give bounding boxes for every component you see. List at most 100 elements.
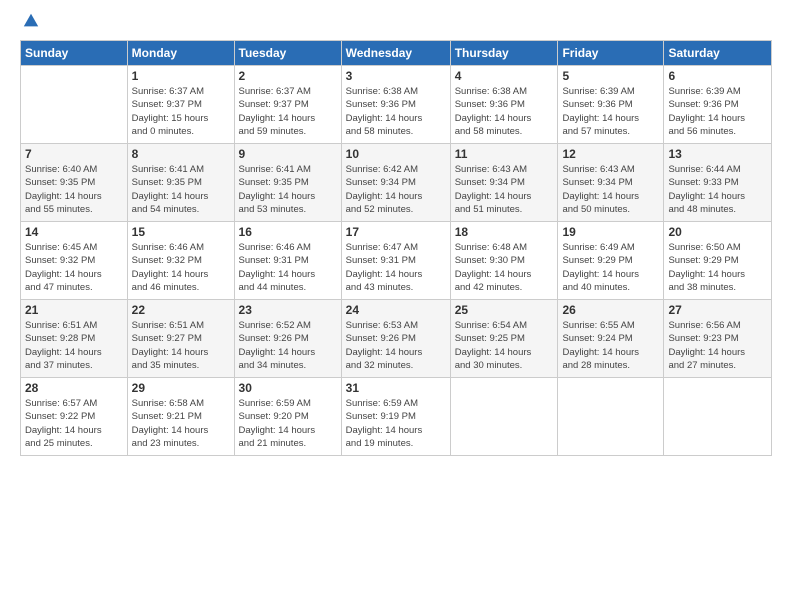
calendar-cell: 19 Sunrise: 6:49 AM Sunset: 9:29 PM Dayli… — [558, 222, 664, 300]
calendar-cell: 4 Sunrise: 6:38 AM Sunset: 9:36 PM Daylig… — [450, 66, 558, 144]
day-info: Sunrise: 6:37 AM Sunset: 9:37 PM Dayligh… — [132, 85, 230, 138]
calendar-cell: 23Sunrise: 6:52 AM Sunset: 9:26 PM Dayli… — [234, 300, 341, 378]
calendar-cell — [450, 378, 558, 456]
logo-text-group — [20, 16, 40, 30]
day-info: Sunrise: 6:42 AM Sunset: 9:34 PM Dayligh… — [346, 163, 446, 216]
day-number: 24 — [346, 303, 446, 317]
day-number: 30 — [239, 381, 337, 395]
day-info: Sunrise: 6:44 AM Sunset: 9:33 PM Dayligh… — [668, 163, 767, 216]
calendar-header-row: SundayMondayTuesdayWednesdayThursdayFrid… — [21, 41, 772, 66]
day-number: 18 — [455, 225, 554, 239]
calendar-cell: 24 Sunrise: 6:53 AM Sunset: 9:26 PM Dayli… — [341, 300, 450, 378]
calendar-cell: 22 Sunrise: 6:51 AM Sunset: 9:27 PM Dayli… — [127, 300, 234, 378]
calendar-cell: 12Sunrise: 6:43 AM Sunset: 9:34 PM Dayli… — [558, 144, 664, 222]
day-number: 29 — [132, 381, 230, 395]
day-number: 15 — [132, 225, 230, 239]
day-info: Sunrise: 6:39 AM Sunset: 9:36 PM Dayligh… — [562, 85, 659, 138]
day-info: Sunrise: 6:59 AM Sunset: 9:19 PM Dayligh… — [346, 397, 446, 450]
day-info: Sunrise: 6:55 AM Sunset: 9:24 PM Dayligh… — [562, 319, 659, 372]
day-number: 22 — [132, 303, 230, 317]
day-info: Sunrise: 6:53 AM Sunset: 9:26 PM Dayligh… — [346, 319, 446, 372]
calendar-cell: 11 Sunrise: 6:43 AM Sunset: 9:34 PM Dayli… — [450, 144, 558, 222]
calendar-cell — [21, 66, 128, 144]
day-info: Sunrise: 6:50 AM Sunset: 9:29 PM Dayligh… — [668, 241, 767, 294]
calendar-cell: 7Sunrise: 6:40 AM Sunset: 9:35 PM Daylig… — [21, 144, 128, 222]
calendar-table: SundayMondayTuesdayWednesdayThursdayFrid… — [20, 40, 772, 456]
day-info: Sunrise: 6:51 AM Sunset: 9:28 PM Dayligh… — [25, 319, 123, 372]
day-number: 20 — [668, 225, 767, 239]
day-number: 17 — [346, 225, 446, 239]
day-info: Sunrise: 6:43 AM Sunset: 9:34 PM Dayligh… — [455, 163, 554, 216]
calendar-cell: 21 Sunrise: 6:51 AM Sunset: 9:28 PM Dayli… — [21, 300, 128, 378]
day-number: 21 — [25, 303, 123, 317]
day-info: Sunrise: 6:54 AM Sunset: 9:25 PM Dayligh… — [455, 319, 554, 372]
day-info: Sunrise: 6:38 AM Sunset: 9:36 PM Dayligh… — [455, 85, 554, 138]
calendar-week-row: 14Sunrise: 6:45 AM Sunset: 9:32 PM Dayli… — [21, 222, 772, 300]
day-number: 19 — [562, 225, 659, 239]
calendar-cell: 26 Sunrise: 6:55 AM Sunset: 9:24 PM Dayli… — [558, 300, 664, 378]
calendar-week-row: 1 Sunrise: 6:37 AM Sunset: 9:37 PM Daylig… — [21, 66, 772, 144]
weekday-header: Thursday — [450, 41, 558, 66]
day-info: Sunrise: 6:59 AM Sunset: 9:20 PM Dayligh… — [239, 397, 337, 450]
day-info: Sunrise: 6:48 AM Sunset: 9:30 PM Dayligh… — [455, 241, 554, 294]
calendar-cell: 10 Sunrise: 6:42 AM Sunset: 9:34 PM Dayli… — [341, 144, 450, 222]
page: SundayMondayTuesdayWednesdayThursdayFrid… — [0, 0, 792, 612]
day-number: 13 — [668, 147, 767, 161]
calendar-cell: 9Sunrise: 6:41 AM Sunset: 9:35 PM Daylig… — [234, 144, 341, 222]
day-number: 25 — [455, 303, 554, 317]
day-number: 10 — [346, 147, 446, 161]
calendar-week-row: 28Sunrise: 6:57 AM Sunset: 9:22 PM Dayli… — [21, 378, 772, 456]
day-number: 27 — [668, 303, 767, 317]
calendar-cell: 18 Sunrise: 6:48 AM Sunset: 9:30 PM Dayli… — [450, 222, 558, 300]
day-number: 4 — [455, 69, 554, 83]
day-number: 3 — [346, 69, 446, 83]
day-info: Sunrise: 6:46 AM Sunset: 9:32 PM Dayligh… — [132, 241, 230, 294]
day-number: 2 — [239, 69, 337, 83]
day-number: 8 — [132, 147, 230, 161]
day-number: 6 — [668, 69, 767, 83]
day-info: Sunrise: 6:40 AM Sunset: 9:35 PM Dayligh… — [25, 163, 123, 216]
weekday-header: Friday — [558, 41, 664, 66]
day-number: 12 — [562, 147, 659, 161]
day-number: 1 — [132, 69, 230, 83]
calendar-cell: 5Sunrise: 6:39 AM Sunset: 9:36 PM Daylig… — [558, 66, 664, 144]
calendar-cell: 31 Sunrise: 6:59 AM Sunset: 9:19 PM Dayli… — [341, 378, 450, 456]
calendar-cell: 15 Sunrise: 6:46 AM Sunset: 9:32 PM Dayli… — [127, 222, 234, 300]
day-info: Sunrise: 6:41 AM Sunset: 9:35 PM Dayligh… — [132, 163, 230, 216]
calendar-cell: 13 Sunrise: 6:44 AM Sunset: 9:33 PM Dayli… — [664, 144, 772, 222]
weekday-header: Wednesday — [341, 41, 450, 66]
calendar-cell: 3Sunrise: 6:38 AM Sunset: 9:36 PM Daylig… — [341, 66, 450, 144]
calendar-week-row: 7Sunrise: 6:40 AM Sunset: 9:35 PM Daylig… — [21, 144, 772, 222]
day-number: 28 — [25, 381, 123, 395]
calendar-week-row: 21 Sunrise: 6:51 AM Sunset: 9:28 PM Dayli… — [21, 300, 772, 378]
day-info: Sunrise: 6:39 AM Sunset: 9:36 PM Dayligh… — [668, 85, 767, 138]
calendar-cell: 20 Sunrise: 6:50 AM Sunset: 9:29 PM Dayli… — [664, 222, 772, 300]
day-info: Sunrise: 6:49 AM Sunset: 9:29 PM Dayligh… — [562, 241, 659, 294]
day-info: Sunrise: 6:58 AM Sunset: 9:21 PM Dayligh… — [132, 397, 230, 450]
calendar-cell: 29 Sunrise: 6:58 AM Sunset: 9:21 PM Dayli… — [127, 378, 234, 456]
day-number: 31 — [346, 381, 446, 395]
logo — [20, 16, 40, 30]
weekday-header: Monday — [127, 41, 234, 66]
day-number: 14 — [25, 225, 123, 239]
day-info: Sunrise: 6:46 AM Sunset: 9:31 PM Dayligh… — [239, 241, 337, 294]
weekday-header: Tuesday — [234, 41, 341, 66]
calendar-cell: 1 Sunrise: 6:37 AM Sunset: 9:37 PM Daylig… — [127, 66, 234, 144]
logo-icon — [22, 12, 40, 30]
day-info: Sunrise: 6:47 AM Sunset: 9:31 PM Dayligh… — [346, 241, 446, 294]
calendar-cell: 16Sunrise: 6:46 AM Sunset: 9:31 PM Dayli… — [234, 222, 341, 300]
calendar-cell — [558, 378, 664, 456]
calendar-cell: 17 Sunrise: 6:47 AM Sunset: 9:31 PM Dayli… — [341, 222, 450, 300]
calendar-cell: 30 Sunrise: 6:59 AM Sunset: 9:20 PM Dayli… — [234, 378, 341, 456]
day-info: Sunrise: 6:56 AM Sunset: 9:23 PM Dayligh… — [668, 319, 767, 372]
weekday-header: Sunday — [21, 41, 128, 66]
calendar-cell: 14Sunrise: 6:45 AM Sunset: 9:32 PM Dayli… — [21, 222, 128, 300]
calendar-cell: 27 Sunrise: 6:56 AM Sunset: 9:23 PM Dayli… — [664, 300, 772, 378]
day-info: Sunrise: 6:51 AM Sunset: 9:27 PM Dayligh… — [132, 319, 230, 372]
day-number: 26 — [562, 303, 659, 317]
calendar-cell: 2 Sunrise: 6:37 AM Sunset: 9:37 PM Daylig… — [234, 66, 341, 144]
day-number: 23 — [239, 303, 337, 317]
day-info: Sunrise: 6:37 AM Sunset: 9:37 PM Dayligh… — [239, 85, 337, 138]
day-info: Sunrise: 6:41 AM Sunset: 9:35 PM Dayligh… — [239, 163, 337, 216]
day-number: 11 — [455, 147, 554, 161]
